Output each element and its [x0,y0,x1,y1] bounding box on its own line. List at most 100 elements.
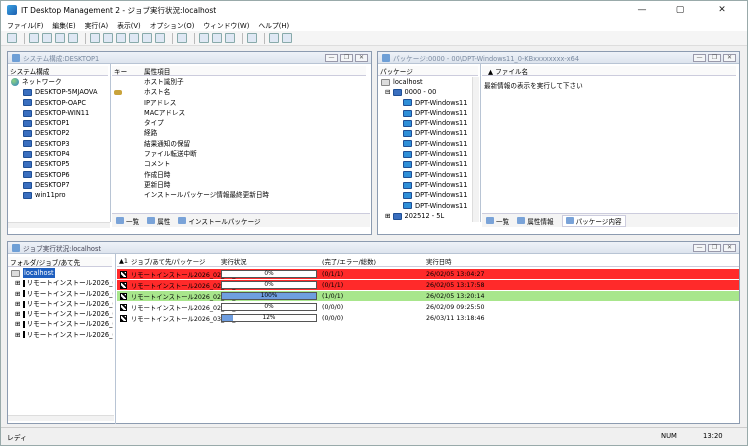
tree-item-package[interactable]: DPT-Windows11 [381,170,473,180]
document-icon[interactable] [129,33,139,43]
table-row[interactable]: リモートインストール2026_02_05_13... 0% (0/1/1) 26/02… [117,280,739,290]
refresh-icon[interactable] [247,33,257,43]
tree-item-package[interactable]: DPT-Windows11 [381,128,473,138]
tree-item-job-folder[interactable]: ⊞ リモートインストール2026_02_0 [11,299,113,309]
tab-attribute-info[interactable]: 属性情報 [517,216,554,226]
maximize-button[interactable]: ▢ [665,1,695,19]
expand-icon[interactable]: ⊞ [15,299,21,309]
tree-item-computer[interactable]: DESKTOP3 [11,139,109,149]
expand-icon[interactable]: ⊞ [15,319,21,329]
tree-item-package[interactable]: DPT-Windows11 [381,139,473,149]
menu-options[interactable]: オプション(O) [150,20,195,30]
tree-item-computer[interactable]: DESKTOP2 [11,128,109,138]
horizontal-scrollbar[interactable] [8,415,114,421]
tab-list[interactable]: 一覧 [116,216,139,226]
close-button[interactable]: ✕ [707,1,737,19]
tab-attributes[interactable]: 属性 [147,216,170,226]
tree-item-computer[interactable]: DESKTOP5 [11,159,109,169]
print-icon[interactable] [29,33,39,43]
tree-item-package[interactable]: DPT-Windows11 [381,190,473,200]
tree-item-computer[interactable]: DESKTOP4 [11,149,109,159]
panel-minimize-button[interactable]: — [693,54,706,62]
tree-item-job-folder[interactable]: ⊞ リモートインストール2026_02_0 [11,309,113,319]
package-icon[interactable] [103,33,113,43]
tab-installed-packages[interactable]: インストールパッケージ [178,216,261,226]
window-icon[interactable] [269,33,279,43]
tree-item-computer[interactable]: DESKTOP6 [11,170,109,180]
col-status[interactable]: 実行状況 [221,257,247,266]
col-count[interactable]: (完了/エラー/総数) [322,257,376,266]
property-item: 経路 [144,129,158,138]
horizontal-scrollbar[interactable] [8,222,110,228]
package-add-icon[interactable] [116,33,126,43]
computer-icon[interactable] [199,33,209,43]
table-row[interactable]: リモートインストール2026_02_05_13... 100% (1/0/1) 26/… [117,291,739,301]
menu-help[interactable]: ヘルプ(H) [258,20,289,30]
tree-item-localhost[interactable]: localhost [381,77,473,87]
tree-item-computer[interactable]: win11pro [11,190,109,200]
menu-edit[interactable]: 編集(E) [52,20,75,30]
menu-run[interactable]: 実行(A) [85,20,109,30]
tree-item-package[interactable]: DPT-Windows11 [381,108,473,118]
cut-icon[interactable] [42,33,52,43]
splitter[interactable] [110,64,111,222]
expand-icon[interactable]: ⊞ [15,289,21,299]
panel-minimize-button[interactable]: — [325,54,338,62]
panel-restore-button[interactable]: ❐ [708,244,721,252]
panel-close-button[interactable]: ✕ [355,54,368,62]
panel-minimize-button[interactable]: — [693,244,706,252]
expand-icon[interactable]: ⊞ [15,278,21,288]
tree-item-computer[interactable]: DESKTOP1 [11,118,109,128]
panel-restore-button[interactable]: ❐ [340,54,353,62]
menu-view[interactable]: 表示(V) [117,20,141,30]
tree-item-package[interactable]: DPT-Windows11 [381,180,473,190]
tree-item-computer[interactable]: DESKTOP-5MJAOVA [11,87,109,97]
table-row[interactable]: リモートインストール2026_02_05_12... 0% (0/1/1) 26/02… [117,269,739,279]
expand-icon[interactable]: ⊞ [15,309,21,319]
tree-item-job-folder[interactable]: ⊞ リモートインストール2026_02_0 [11,289,113,299]
table-row[interactable]: リモートインストール2026_02_09_09... 0% (0/0/0) 26/02… [117,302,739,312]
col-job[interactable]: ジョブ/あて先/パッケージ [131,257,205,266]
tree-item-group[interactable]: ⊟ 0000 - 00 [381,87,473,97]
table-row[interactable]: リモートインストール2026_03_11_13... 12% (0/0/0) 26/0… [117,313,739,323]
panel-restore-button[interactable]: ❐ [708,54,721,62]
tree-item-computer[interactable]: DESKTOP-WIN11 [11,108,109,118]
property-item: 作成日時 [144,170,171,179]
splitter[interactable] [480,64,481,222]
check-icon[interactable] [155,33,165,43]
tree-item-package[interactable]: DPT-Windows11 [381,98,473,108]
new-icon[interactable] [7,33,17,43]
tree-item-computer[interactable]: DESKTOP-OAPC [11,98,109,108]
tile-icon[interactable] [282,33,292,43]
col-datetime[interactable]: 実行日時 [426,257,452,266]
menu-file[interactable]: ファイル(F) [7,20,43,30]
folder-icon[interactable] [90,33,100,43]
tree-item-package[interactable]: DPT-Windows11 [381,201,473,211]
vertical-scrollbar[interactable] [472,77,479,222]
splitter[interactable] [115,254,116,424]
tree-item-job-folder[interactable]: ⊞ リモートインストール2026_02_0 [11,278,113,288]
tree-item-job-folder[interactable]: ⊞ リモートインストール2026_02_0 [11,319,113,329]
tree-item-localhost[interactable]: localhost [11,268,113,279]
tree-item-package[interactable]: DPT-Windows11 [381,159,473,169]
tab-list[interactable]: 一覧 [486,216,509,226]
tree-item-package[interactable]: DPT-Windows11 [381,149,473,159]
panel-close-button[interactable]: ✕ [723,244,736,252]
network-icon[interactable] [212,33,222,43]
paste-icon[interactable] [68,33,78,43]
menu-window[interactable]: ウィンドウ(W) [203,20,249,30]
tree-item-computer[interactable]: DESKTOP7 [11,180,109,190]
group-icon[interactable] [225,33,235,43]
minimize-button[interactable]: — [627,1,657,19]
search-icon[interactable] [177,33,187,43]
col-sort[interactable]: ▲1 [119,257,128,265]
panel-close-button[interactable]: ✕ [723,54,736,62]
tree-item-job-folder[interactable]: ⊞ リモートインストール2026_03_1 [11,330,113,340]
expand-icon[interactable]: ⊞ [15,330,21,340]
tree-item-network[interactable]: ネットワーク [11,77,109,87]
notes-icon[interactable] [142,33,152,43]
tree-item-package[interactable]: DPT-Windows11 [381,118,473,128]
copy-icon[interactable] [55,33,65,43]
tree-item-group[interactable]: ⊞ 202512 - 5L [381,211,473,221]
tab-package-contents[interactable]: パッケージ内容 [561,214,626,227]
